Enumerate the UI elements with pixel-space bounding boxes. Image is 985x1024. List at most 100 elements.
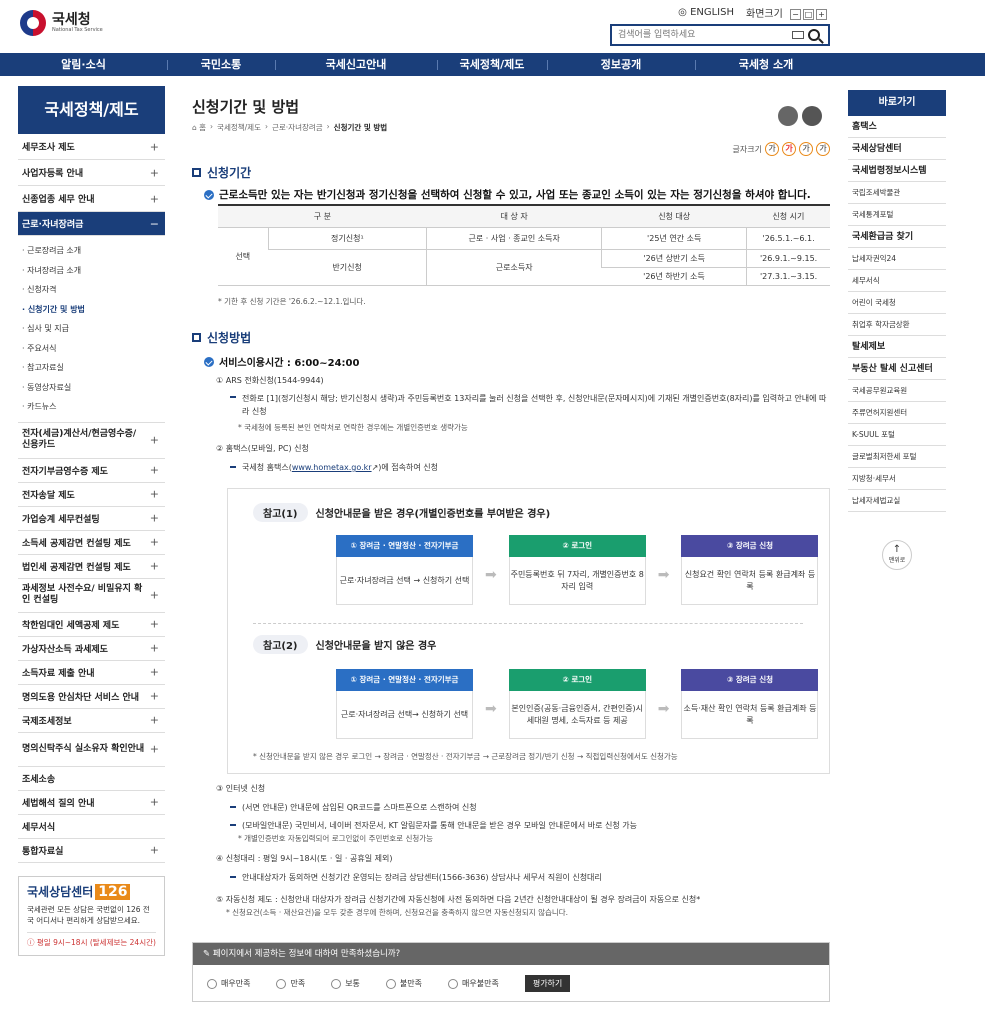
zoom-in-button[interactable]: + bbox=[816, 9, 827, 20]
quick-link-item[interactable]: 부동산 탈세 신고센터 bbox=[848, 358, 946, 380]
quick-link-item[interactable]: 국세상담센터 bbox=[848, 138, 946, 160]
quick-link-item[interactable]: 지방청·세무서 bbox=[848, 468, 946, 490]
quick-link-item[interactable]: 국세환급금 찾기 bbox=[848, 226, 946, 248]
survey-option[interactable]: 만족 bbox=[276, 978, 305, 989]
quick-link-item[interactable]: 국세통계포털 bbox=[848, 204, 946, 226]
zoom-control: 화면크기 − □ + bbox=[746, 5, 827, 20]
flow-step-body: 본인인증(공동·금융인증서, 간편인증)시 세대원 명세, 소득자료 등 제공 bbox=[508, 691, 646, 739]
print-icon[interactable] bbox=[802, 106, 822, 126]
nav-news[interactable]: 알림·소식 bbox=[0, 53, 167, 76]
sub-item[interactable]: · 참고자료실 bbox=[22, 358, 165, 378]
sidebar-item[interactable]: 국제조세정보 + bbox=[18, 709, 165, 733]
table-cell: '26년 상반기 소득 bbox=[601, 249, 747, 268]
sidebar-item-active[interactable]: 근로·자녀장려금 − bbox=[18, 212, 165, 236]
quick-link-item[interactable]: 주류면허지원센터 bbox=[848, 402, 946, 424]
table-cell: '26.5.1.~6.1. bbox=[746, 227, 830, 250]
sidebar-item[interactable]: 착한임대인 세액공제 제도 + bbox=[18, 613, 165, 637]
survey-option[interactable]: 불만족 bbox=[385, 978, 422, 989]
plus-icon: + bbox=[149, 617, 159, 631]
quick-link-item[interactable]: 국세법령정보시스템 bbox=[848, 160, 946, 182]
nav-disclosure[interactable]: 정보공개 bbox=[547, 53, 695, 76]
sub-item[interactable]: · 신청자격 bbox=[22, 280, 165, 300]
survey-option[interactable]: 보통 bbox=[331, 978, 360, 989]
nav-about[interactable]: 국세청 소개 bbox=[695, 53, 837, 76]
sidebar-item[interactable]: 사업자등록 안내 + bbox=[18, 160, 165, 186]
quick-link-item[interactable]: 탈세제보 bbox=[848, 336, 946, 358]
breadcrumb-sep: › bbox=[326, 122, 330, 131]
sidebar-item[interactable]: 가업승계 세무컨설팅 + bbox=[18, 507, 165, 531]
sub-item[interactable]: · 카드뉴스 bbox=[22, 397, 165, 417]
zoom-out-button[interactable]: − bbox=[790, 9, 801, 20]
survey-option[interactable]: 매우만족 bbox=[207, 978, 250, 989]
sidebar-item[interactable]: 과세정보 사전수요/ 비밀유지 확인 컨설팅 + bbox=[18, 579, 165, 613]
radio-icon[interactable] bbox=[448, 978, 459, 989]
quick-link-item[interactable]: 어린이 국세청 bbox=[848, 292, 946, 314]
sidebar-item[interactable]: 전자(세금)계산서/현금영수증/ 신용카드 + bbox=[18, 423, 165, 459]
fontsize-small-button[interactable]: 가 bbox=[765, 142, 779, 156]
sub-item[interactable]: · 주요서식 bbox=[22, 339, 165, 359]
plus-icon: + bbox=[149, 535, 159, 549]
breadcrumb-item[interactable]: 근로·자녀장려금 bbox=[272, 122, 323, 133]
zoom-reset-button[interactable]: □ bbox=[803, 9, 814, 20]
radio-icon[interactable] bbox=[331, 978, 342, 989]
sub-item[interactable]: · 자녀장려금 소개 bbox=[22, 261, 165, 281]
scroll-top-button[interactable]: ↑ 맨위로 bbox=[882, 540, 912, 570]
nav-communication[interactable]: 국민소통 bbox=[167, 53, 275, 76]
radio-icon[interactable] bbox=[207, 978, 217, 989]
sidebar-item[interactable]: 소득세 공제감면 컨설팅 제도 + bbox=[18, 531, 165, 555]
sidebar-item[interactable]: 전자기부금영수증 제도 + bbox=[18, 459, 165, 483]
sub-item-current[interactable]: · 신청기간 및 방법 bbox=[22, 300, 165, 320]
quick-link-item[interactable]: 취업후 학자금상환 bbox=[848, 314, 946, 336]
search-icon[interactable] bbox=[808, 29, 820, 41]
sidebar-item[interactable]: 법인세 공제감면 컨설팅 제도 + bbox=[18, 555, 165, 579]
flow-step-header: ① 장려금 · 연말정산 · 전자기부금 bbox=[336, 669, 473, 691]
sidebar-item[interactable]: 전자송달 제도 + bbox=[18, 483, 165, 507]
share-icon[interactable] bbox=[778, 106, 798, 126]
flow-step: ② 로그인 본인인증(공동·금융인증서, 간편인증)시 세대원 명세, 소득자료 … bbox=[508, 669, 646, 739]
survey-option[interactable]: 매우불만족 bbox=[448, 978, 499, 989]
fontsize-large-button[interactable]: 가 bbox=[799, 142, 813, 156]
sidebar-item[interactable]: 세무조사 제도 + bbox=[18, 134, 165, 160]
table-cell: '27.3.1.~3.15. bbox=[746, 267, 830, 286]
quick-link-item[interactable]: 국립조세박물관 bbox=[848, 182, 946, 204]
sidebar-item[interactable]: 명의신탁주식 실소유자 확인안내 + bbox=[18, 733, 165, 767]
sidebar-item[interactable]: 가상자산소득 과세제도 + bbox=[18, 637, 165, 661]
fontsize-xlarge-button[interactable]: 가 bbox=[816, 142, 830, 156]
keyboard-icon[interactable] bbox=[792, 31, 804, 39]
quick-link-item[interactable]: K-SUUL 포털 bbox=[848, 424, 946, 446]
quick-link-item[interactable]: 글로벌최저한세 포털 bbox=[848, 446, 946, 468]
sidebar-item[interactable]: 세무서식 bbox=[18, 815, 165, 839]
sidebar-item[interactable]: 신종업종 세무 안내 + bbox=[18, 186, 165, 212]
radio-icon[interactable] bbox=[385, 978, 396, 989]
breadcrumb-home[interactable]: ⌂ 홈 bbox=[192, 122, 206, 133]
logo[interactable]: 국세청 National Tax Service bbox=[20, 10, 103, 36]
fontsize-default-button[interactable]: 가 bbox=[782, 142, 796, 156]
method-hometax-desc: 국세청 홈택스(www.hometax.go.kr↗)에 접속하여 신청 bbox=[230, 462, 438, 473]
sidebar-item[interactable]: 명의도용 안심차단 서비스 안내 + bbox=[18, 685, 165, 709]
quick-link-item[interactable]: 납세자세법교실 bbox=[848, 490, 946, 512]
quick-link-item[interactable]: 홈택스 bbox=[848, 116, 946, 138]
sidebar-item[interactable]: 세법해석 질의 안내 + bbox=[18, 791, 165, 815]
sidebar: 국세정책/제도 세무조사 제도 + 사업자등록 안내 + 신종업종 세무 안내 + 근… bbox=[18, 86, 165, 863]
sub-item[interactable]: · 동영상자료실 bbox=[22, 378, 165, 398]
survey-submit-button[interactable]: 평가하기 bbox=[524, 975, 571, 992]
nav-tax-filing[interactable]: 국세신고안내 bbox=[275, 53, 437, 76]
square-bullet-icon bbox=[192, 333, 201, 342]
quick-link-item[interactable]: 국세공무원교육원 bbox=[848, 380, 946, 402]
table-note: * 기한 후 신청 기간은 '26.6.2.~12.1.입니다. bbox=[218, 297, 366, 306]
sub-item[interactable]: · 심사 및 지급 bbox=[22, 319, 165, 339]
sidebar-item[interactable]: 통합자료실 + bbox=[18, 839, 165, 863]
sub-item[interactable]: · 근로장려금 소개 bbox=[22, 241, 165, 261]
quick-link-item[interactable]: 세무서식 bbox=[848, 270, 946, 292]
ref1-flow: ① 장려금 · 연말정산 · 전자기부금 근로·자녀장려금 선택 → 신청하기 선… bbox=[336, 535, 819, 605]
nav-tax-policy[interactable]: 국세정책/제도 bbox=[437, 53, 547, 76]
breadcrumb-item[interactable]: 국세정책/제도 bbox=[217, 122, 261, 133]
sidebar-item[interactable]: 소득자료 제출 안내 + bbox=[18, 661, 165, 685]
search-input[interactable] bbox=[612, 26, 792, 44]
radio-icon[interactable] bbox=[276, 978, 287, 989]
quick-link-item[interactable]: 납세자권익24 bbox=[848, 248, 946, 270]
sidebar-item[interactable]: 조세소송 bbox=[18, 767, 165, 791]
hometax-link[interactable]: www.hometax.go.kr bbox=[292, 463, 372, 472]
plus-icon: + bbox=[149, 689, 159, 703]
english-link[interactable]: ◎ ENGLISH bbox=[678, 7, 734, 18]
